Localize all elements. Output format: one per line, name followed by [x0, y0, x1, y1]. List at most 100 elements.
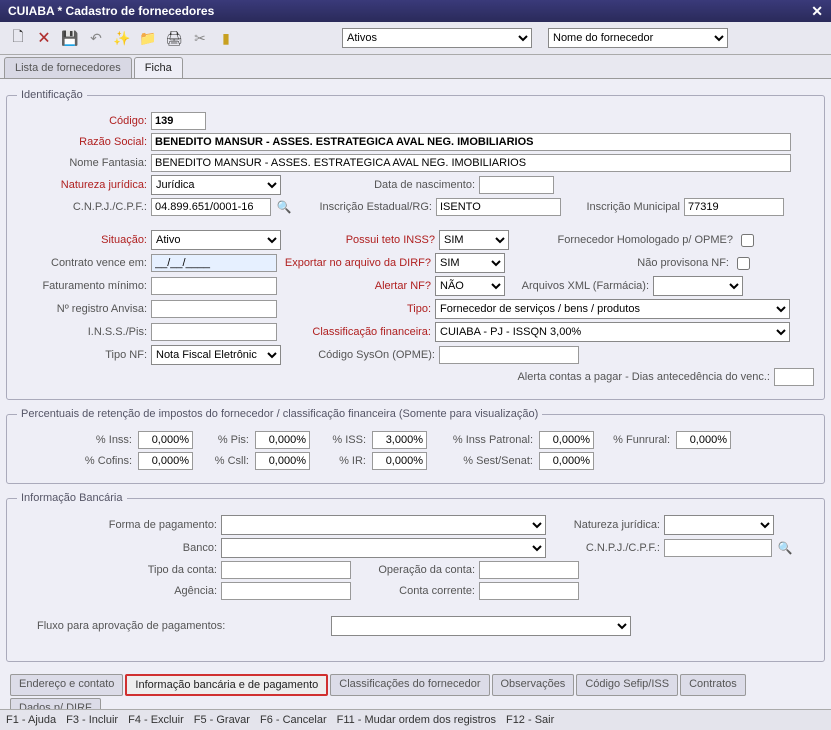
- pct-inss-patronal-label: % Inss Patronal:: [433, 434, 533, 446]
- pct-cofins-input: [138, 452, 193, 470]
- footer-f11: F11 - Mudar ordem dos registros: [337, 714, 496, 726]
- fieldset-identificacao: Identificação Código: Razão Social: Nome…: [6, 89, 825, 400]
- filter-field-select[interactable]: Nome do fornecedor: [548, 28, 728, 48]
- new-icon[interactable]: 🗋: [8, 28, 28, 48]
- banc-natureza-select[interactable]: [664, 515, 774, 535]
- fat-min-input[interactable]: [151, 277, 277, 295]
- exit-icon[interactable]: ▮: [216, 28, 236, 48]
- banc-natureza-label: Natureza jurídica:: [550, 519, 660, 531]
- banc-cnpj-input[interactable]: [664, 539, 772, 557]
- btab-observacoes[interactable]: Observações: [492, 674, 575, 696]
- banc-cnpj-label: C.N.P.J./C.P.F.:: [550, 542, 660, 554]
- anvisa-input[interactable]: [151, 300, 277, 318]
- agencia-label: Agência:: [17, 585, 217, 597]
- toolbar: 🗋 🗙 💾 ↶ ✨ 📁 🖨 ✂ ▮ Ativos Nome do fornece…: [0, 22, 831, 55]
- tipo-conta-input[interactable]: [221, 561, 351, 579]
- alertar-nf-select[interactable]: NÃO: [435, 276, 505, 296]
- pct-pis-label: % Pis:: [199, 434, 249, 446]
- class-fin-select[interactable]: CUIABA - PJ - ISSQN 3,00%: [435, 322, 790, 342]
- fieldset-percentuais: Percentuais de retenção de impostos do f…: [6, 408, 825, 484]
- forma-pag-label: Forma de pagamento:: [17, 519, 217, 531]
- fluxo-label: Fluxo para aprovação de pagamentos:: [17, 620, 327, 632]
- pct-inss-label: % Inss:: [17, 434, 132, 446]
- operacao-label: Operação da conta:: [355, 564, 475, 576]
- banco-select[interactable]: [221, 538, 546, 558]
- wand-icon[interactable]: ✨: [112, 28, 132, 48]
- pct-iss-input: [372, 431, 427, 449]
- inss-pis-input[interactable]: [151, 323, 277, 341]
- teto-inss-select[interactable]: SIM: [439, 230, 509, 250]
- banco-label: Banco:: [17, 542, 217, 554]
- footer-f6: F6 - Cancelar: [260, 714, 327, 726]
- tab-lista[interactable]: Lista de fornecedores: [4, 57, 132, 78]
- homolog-checkbox[interactable]: [741, 234, 754, 247]
- agencia-input[interactable]: [221, 582, 351, 600]
- contrato-input[interactable]: [151, 254, 277, 272]
- footer-f4: F4 - Excluir: [128, 714, 184, 726]
- filter-status-select[interactable]: Ativos: [342, 28, 532, 48]
- arquivos-xml-select[interactable]: [653, 276, 743, 296]
- footer-bar: F1 - Ajuda F3 - Incluir F4 - Excluir F5 …: [0, 709, 831, 730]
- tipo-label: Tipo:: [281, 303, 431, 315]
- exportar-dirf-label: Exportar no arquivo da DIRF?: [281, 257, 431, 269]
- save-icon[interactable]: 💾: [60, 28, 80, 48]
- pct-ir-label: % IR:: [316, 455, 366, 467]
- main-tabs: Lista de fornecedores Ficha: [0, 55, 831, 78]
- codigo-input[interactable]: [151, 112, 206, 130]
- conta-input[interactable]: [479, 582, 579, 600]
- footer-f1: F1 - Ajuda: [6, 714, 56, 726]
- codigo-syson-input[interactable]: [439, 346, 579, 364]
- pct-csll-label: % Csll:: [199, 455, 249, 467]
- tipo-conta-label: Tipo da conta:: [17, 564, 217, 576]
- btab-info-bancaria[interactable]: Informação bancária e de pagamento: [125, 674, 328, 696]
- tipo-nf-select[interactable]: Nota Fiscal Eletrônic: [151, 345, 281, 365]
- insc-mun-input[interactable]: [684, 198, 784, 216]
- tab-ficha[interactable]: Ficha: [134, 57, 183, 78]
- insc-est-input[interactable]: [436, 198, 561, 216]
- operacao-input[interactable]: [479, 561, 579, 579]
- fantasia-input[interactable]: [151, 154, 791, 172]
- footer-f5: F5 - Gravar: [194, 714, 250, 726]
- close-icon[interactable]: ✕: [811, 3, 823, 20]
- situacao-select[interactable]: Ativo: [151, 230, 281, 250]
- btab-sefip[interactable]: Código Sefip/ISS: [576, 674, 678, 696]
- data-nasc-input[interactable]: [479, 176, 554, 194]
- pct-iss-label: % ISS:: [316, 434, 366, 446]
- alerta-contas-label: Alerta contas a pagar - Dias antecedênci…: [517, 371, 770, 383]
- footer-f3: F3 - Incluir: [66, 714, 118, 726]
- fluxo-select[interactable]: [331, 616, 631, 636]
- razao-input[interactable]: [151, 133, 791, 151]
- arquivos-xml-label: Arquivos XML (Farmácia):: [509, 280, 649, 292]
- btab-endereco[interactable]: Endereço e contato: [10, 674, 123, 696]
- cut-icon[interactable]: ✂: [190, 28, 210, 48]
- natureza-select[interactable]: Jurídica: [151, 175, 281, 195]
- razao-label: Razão Social:: [17, 136, 147, 148]
- insc-mun-label: Inscrição Municipal: [565, 201, 680, 213]
- print-icon[interactable]: 🖨: [164, 28, 184, 48]
- alerta-contas-input[interactable]: [774, 368, 814, 386]
- btab-class-fornecedor[interactable]: Classificações do fornecedor: [330, 674, 489, 696]
- delete-icon[interactable]: 🗙: [34, 28, 54, 48]
- contrato-label: Contrato vence em:: [17, 257, 147, 269]
- banc-cnpj-lookup-icon[interactable]: 🔍: [776, 539, 794, 557]
- codigo-label: Código:: [17, 115, 147, 127]
- class-fin-label: Classificação financeira:: [281, 326, 431, 338]
- pct-funrural-input: [676, 431, 731, 449]
- inss-pis-label: I.N.S.S./Pis:: [17, 326, 147, 338]
- pct-cofins-label: % Cofins:: [17, 455, 132, 467]
- pct-ir-input: [372, 452, 427, 470]
- folder-icon[interactable]: 📁: [138, 28, 158, 48]
- exportar-dirf-select[interactable]: SIM: [435, 253, 505, 273]
- btab-dados-dirf[interactable]: Dados p/ DIRF: [10, 698, 101, 709]
- cnpj-lookup-icon[interactable]: 🔍: [275, 198, 293, 216]
- nao-provisiona-checkbox[interactable]: [737, 257, 750, 270]
- cnpj-input[interactable]: [151, 198, 271, 216]
- data-nasc-label: Data de nascimento:: [285, 179, 475, 191]
- forma-pag-select[interactable]: [221, 515, 546, 535]
- tipo-select[interactable]: Fornecedor de serviços / bens / produtos: [435, 299, 790, 319]
- legend-bancaria: Informação Bancária: [17, 492, 127, 504]
- btab-contratos[interactable]: Contratos: [680, 674, 746, 696]
- undo-icon[interactable]: ↶: [86, 28, 106, 48]
- pct-inss-input: [138, 431, 193, 449]
- fieldset-bancaria: Informação Bancária Forma de pagamento: …: [6, 492, 825, 662]
